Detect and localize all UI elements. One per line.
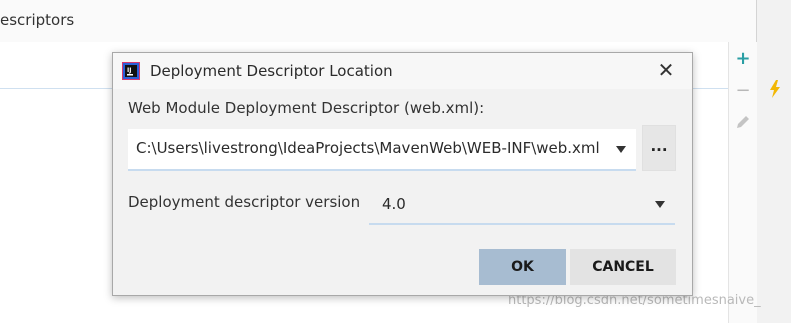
browse-button[interactable]: ... xyxy=(642,125,676,171)
intellij-app-icon: IJ xyxy=(122,62,140,80)
version-select[interactable]: 4.0 xyxy=(369,187,675,225)
cancel-button[interactable]: CANCEL xyxy=(570,249,676,285)
dialog-titlebar: IJ Deployment Descriptor Location ✕ xyxy=(113,53,692,89)
descriptor-path-value[interactable]: C:\Users\livestrong\IdeaProjects\MavenWe… xyxy=(136,139,600,157)
descriptor-label: Web Module Deployment Descriptor (web.xm… xyxy=(128,99,485,117)
svg-text:IJ: IJ xyxy=(127,67,131,74)
chevron-down-icon[interactable] xyxy=(616,146,626,153)
background-header: escriptors xyxy=(0,0,756,43)
dialog-title: Deployment Descriptor Location xyxy=(150,62,393,80)
chevron-down-icon[interactable] xyxy=(655,201,665,208)
ok-button[interactable]: OK xyxy=(479,249,566,285)
descriptor-path-combobox[interactable]: C:\Users\livestrong\IdeaProjects\MavenWe… xyxy=(128,129,636,171)
version-value[interactable]: 4.0 xyxy=(382,195,406,213)
add-icon[interactable]: + xyxy=(734,50,752,68)
remove-icon[interactable]: − xyxy=(734,82,752,100)
background-header-label: escriptors xyxy=(0,11,75,29)
edit-pencil-icon[interactable] xyxy=(734,114,752,132)
close-icon[interactable]: ✕ xyxy=(656,60,676,80)
version-label: Deployment descriptor version xyxy=(128,193,361,211)
deployment-descriptor-dialog: IJ Deployment Descriptor Location ✕ Web … xyxy=(112,52,693,296)
side-toolbar: + − xyxy=(728,42,757,323)
lightning-bolt-icon xyxy=(768,80,782,98)
